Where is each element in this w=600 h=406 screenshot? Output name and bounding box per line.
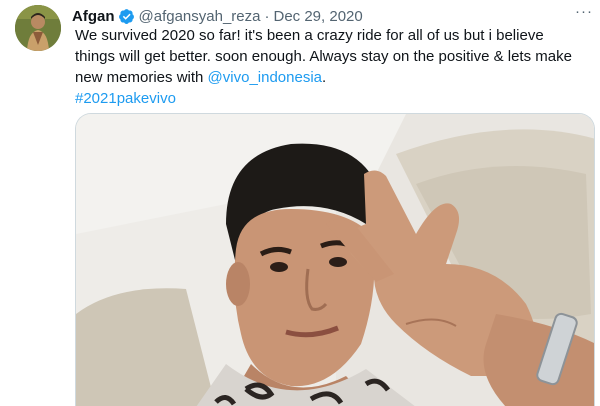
more-options-icon[interactable]: ··· <box>572 4 596 20</box>
avatar[interactable] <box>15 5 61 51</box>
tweet-header: Afgan @afgansyah_reza · Dec 29, 2020 <box>72 6 363 26</box>
tweet-text-line-1: We survived 2020 so far! it's been a cra… <box>75 27 544 44</box>
header-separator: · <box>264 7 270 25</box>
tweet-text-segment: new memories with <box>75 69 208 86</box>
verified-badge-icon <box>118 8 135 25</box>
tweet-text-line-2: things will get better. soon enough. Alw… <box>75 48 572 65</box>
tweet-text: We survived 2020 so far! it's been a cra… <box>75 25 590 109</box>
tweet[interactable]: Afgan @afgansyah_reza · Dec 29, 2020 ···… <box>0 0 600 406</box>
tweet-date[interactable]: Dec 29, 2020 <box>273 8 362 25</box>
hashtag-link[interactable]: #2021pakevivo <box>75 88 590 109</box>
author-name[interactable]: Afgan <box>72 8 115 25</box>
tweet-text-line-3: new memories with @vivo_indonesia. <box>75 67 590 88</box>
tweet-text-segment: . <box>322 69 327 86</box>
author-handle[interactable]: @afgansyah_reza <box>139 8 261 25</box>
avatar-image <box>15 5 61 51</box>
mention-link[interactable]: @vivo_indonesia <box>208 69 322 86</box>
tweet-photo[interactable] <box>75 113 595 406</box>
photo-image <box>76 114 594 406</box>
